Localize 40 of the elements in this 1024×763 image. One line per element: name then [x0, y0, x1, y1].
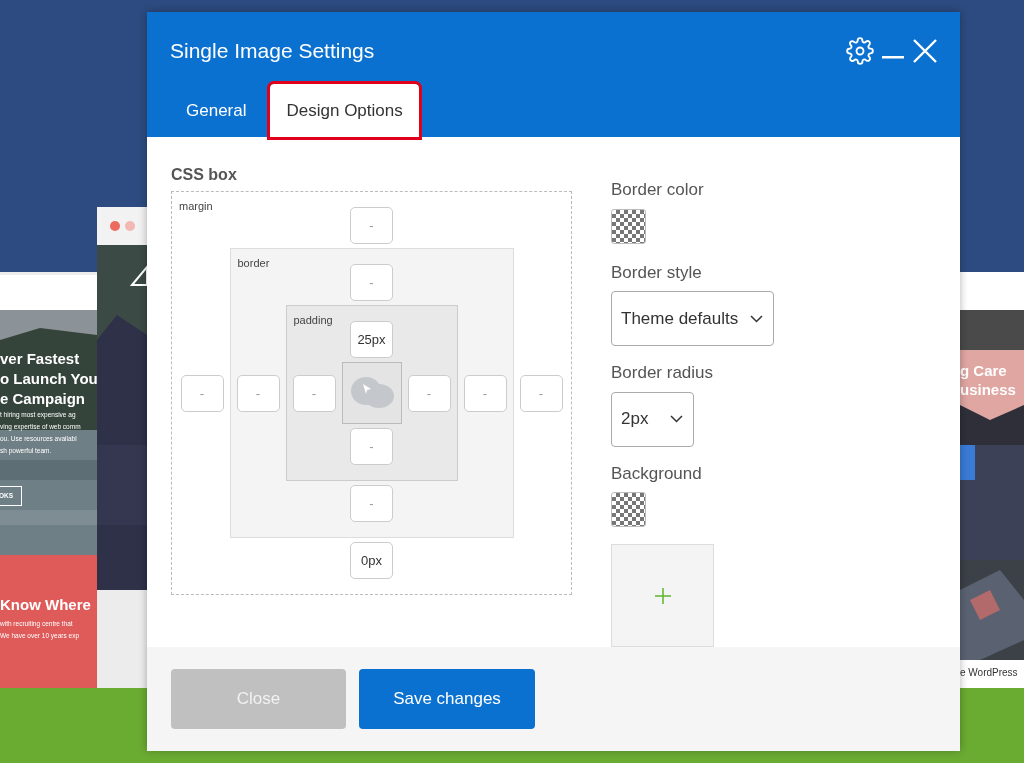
side-input[interactable]: - — [350, 264, 393, 301]
field-label: Background — [611, 462, 703, 485]
minimize-icon[interactable] — [882, 56, 904, 60]
save-button[interactable]: Save changes — [359, 669, 535, 729]
side-input[interactable]: - — [236, 374, 280, 412]
side-input[interactable]: - — [519, 374, 563, 412]
side-input[interactable]: - — [350, 207, 393, 244]
tab[interactable]: Design Options — [270, 83, 419, 137]
window-title: Single Image Settings — [170, 38, 375, 64]
close-icon[interactable] — [912, 37, 938, 64]
side-input[interactable]: - — [350, 428, 393, 465]
add-icon — [654, 587, 671, 604]
color-swatch[interactable] — [611, 208, 646, 244]
layer-label: border — [237, 256, 270, 271]
color-swatch[interactable] — [611, 492, 646, 527]
preview-heading: ver Fastest — [0, 349, 80, 369]
preview-heading: Know Where — [0, 595, 91, 615]
style-dropdown[interactable]: Theme defaults — [611, 291, 775, 346]
side-input[interactable]: 0px — [350, 542, 393, 579]
window-controls-icon — [110, 221, 136, 231]
image-icon — [348, 375, 395, 411]
radius-dropdown[interactable]: 2px — [611, 391, 694, 447]
caret-icon — [670, 415, 683, 423]
caret-icon — [750, 314, 764, 323]
preview-heading: e Campaign — [0, 389, 86, 409]
section-title: CSS box — [171, 165, 238, 185]
layer-label: margin — [179, 199, 213, 214]
layer-label: padding — [293, 313, 333, 328]
field-label: Border style — [611, 261, 703, 284]
side-input[interactable]: - — [407, 374, 451, 412]
side-input[interactable]: - — [180, 374, 224, 412]
tab[interactable]: General — [170, 83, 263, 137]
field-label: Border radius — [611, 362, 715, 384]
side-input[interactable]: - — [292, 374, 336, 412]
side-input[interactable]: - — [463, 374, 507, 412]
field-label: Border color — [611, 179, 705, 201]
preview-heading: o Launch You — [0, 369, 97, 389]
side-input[interactable]: 25px — [350, 321, 393, 358]
side-input[interactable]: - — [350, 485, 393, 522]
settings-icon[interactable] — [846, 36, 874, 65]
